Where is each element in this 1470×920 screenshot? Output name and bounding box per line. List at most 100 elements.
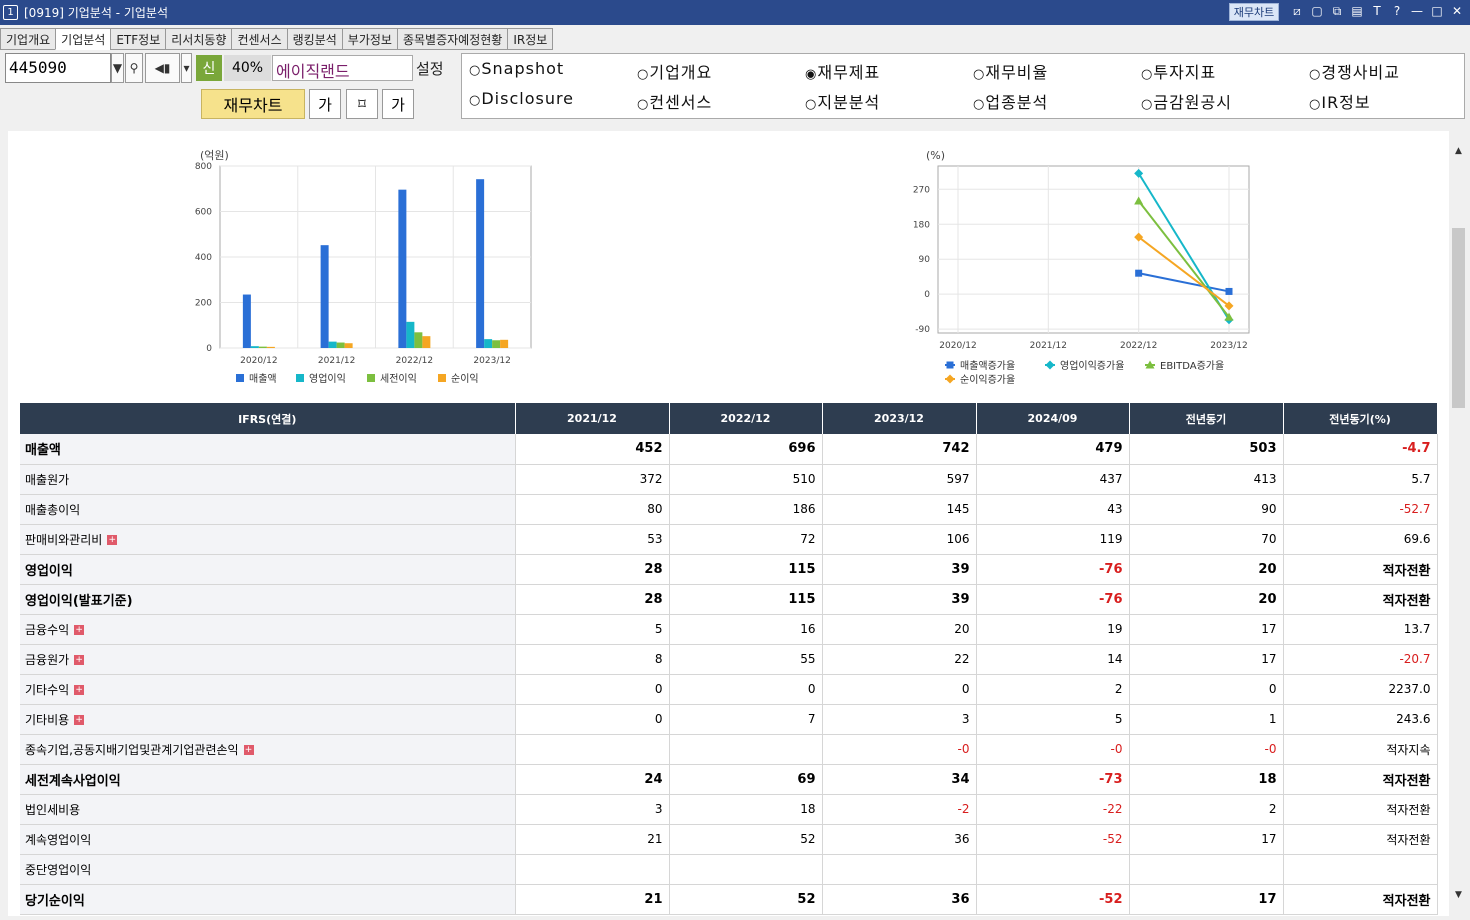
legend-label: 영업이익증가율 (1060, 359, 1124, 372)
y-tick-label: 90 (919, 255, 931, 265)
tile-icon[interactable]: ▤ (1350, 4, 1364, 19)
table-cell: 0 (515, 704, 670, 735)
table-cell: 90 (1129, 494, 1284, 525)
window-icon[interactable]: ▢ (1310, 4, 1324, 19)
window-title: [0919] 기업분석 - 기업분석 (24, 6, 168, 20)
maximize-icon[interactable]: □ (1430, 4, 1444, 19)
table-cell: 적자전환 (1283, 584, 1438, 615)
table-cell: 115 (669, 554, 823, 585)
font-size-up-icon[interactable]: 가 (382, 89, 414, 119)
radio-1[interactable]: ○Snapshot (469, 59, 564, 78)
settings-button[interactable]: 설정 (416, 58, 444, 79)
radio-12[interactable]: ○IR정보 (1309, 89, 1371, 113)
table-cell: 17 (1129, 884, 1284, 915)
search-icon[interactable]: ⚲ (125, 53, 143, 83)
stock-code-input[interactable]: 445090 (5, 53, 111, 83)
company-name-field[interactable]: 에이직랜드 (272, 55, 413, 81)
table-cell: 0 (669, 674, 823, 705)
table-cell: 72 (669, 524, 823, 555)
fit-window-icon[interactable]: ⌑ (346, 89, 378, 119)
expand-plus-icon[interactable]: + (74, 625, 85, 635)
tab-3[interactable]: ETF정보 (110, 28, 166, 50)
table-cell: 52 (669, 884, 823, 915)
expand-plus-icon[interactable]: + (243, 745, 254, 755)
radio-7[interactable]: ○Disclosure (469, 89, 574, 108)
expand-plus-icon[interactable]: + (107, 535, 118, 545)
table-cell: -0 (976, 734, 1130, 765)
financial-chart-title-button[interactable]: 재무차트 (1229, 3, 1279, 21)
expand-plus-icon[interactable]: + (74, 655, 85, 665)
minimize-icon[interactable]: — (1410, 4, 1424, 19)
close-icon[interactable]: ✕ (1450, 4, 1464, 19)
scroll-thumb[interactable] (1452, 228, 1465, 408)
tab-9[interactable]: IR정보 (507, 28, 554, 50)
table-cell: 17 (1129, 824, 1284, 855)
table-cell: 43 (976, 494, 1130, 525)
tab-4[interactable]: 리서치동향 (165, 28, 232, 50)
table-cell: 36 (822, 884, 977, 915)
radio-10[interactable]: ○업종분석 (973, 89, 1048, 113)
radio-8[interactable]: ○컨센서스 (637, 89, 712, 113)
scroll-up-icon[interactable]: ▲ (1452, 144, 1465, 157)
radio-5[interactable]: ○투자지표 (1141, 59, 1216, 83)
tab-5[interactable]: 컨센서스 (231, 28, 287, 50)
radio-3[interactable]: ◉재무제표 (805, 59, 880, 83)
help-icon[interactable]: ? (1390, 4, 1404, 19)
y-tick-label: 200 (195, 299, 212, 309)
radio-9[interactable]: ○지분분석 (805, 89, 880, 113)
table-cell: 53 (515, 524, 670, 555)
bar-4 (500, 339, 509, 348)
table-cell: 503 (1129, 434, 1284, 465)
table-cell: 22 (822, 644, 977, 675)
restore-icon[interactable]: ⧉ (1330, 4, 1344, 19)
row-label-text: 세전계속사업이익 (25, 773, 121, 789)
row-label-text: 금융원가 (25, 652, 70, 667)
radio-label: IR정보 (1321, 93, 1371, 112)
tab-6[interactable]: 랭킹분석 (286, 28, 342, 50)
table-cell: 24 (515, 764, 670, 795)
radio-6[interactable]: ○경쟁사비교 (1309, 59, 1400, 83)
radio-unchecked-icon: ○ (637, 67, 650, 82)
radio-unchecked-icon: ○ (1309, 67, 1322, 82)
column-header: 2022/12 (669, 403, 823, 434)
expand-plus-icon[interactable]: + (74, 715, 85, 725)
font-icon[interactable]: T (1370, 4, 1384, 19)
table-cell (515, 734, 670, 765)
radio-2[interactable]: ○기업개요 (637, 59, 712, 83)
chart-icon[interactable]: ⧄ (1290, 4, 1304, 19)
table-cell: 적자지속 (1283, 734, 1438, 765)
expand-plus-icon[interactable]: + (74, 685, 85, 695)
table-cell: -20.7 (1283, 644, 1438, 675)
series-point-1 (1135, 269, 1143, 277)
financial-chart-button[interactable]: 재무차트 (201, 89, 305, 119)
scroll-down-icon[interactable]: ▼ (1452, 888, 1465, 901)
table-cell: 52 (669, 824, 823, 855)
table-cell: 437 (976, 464, 1130, 495)
table-row: 계속영업이익 21 52 36 -52 17 적자전환 (20, 824, 1438, 855)
tab-1[interactable]: 기업개요 (0, 28, 56, 50)
legend-swatch (367, 374, 375, 382)
row-label-text: 매출총이익 (25, 502, 81, 517)
radio-label: 투자지표 (1153, 63, 1217, 82)
tab-8[interactable]: 종목별증자예정현황 (396, 28, 508, 50)
vertical-scrollbar[interactable]: ▲ ▼ (1450, 131, 1467, 916)
row-label-text: 판매비와관리비 (25, 532, 103, 547)
row-label-text: 기타비용 (25, 712, 70, 727)
table-cell: 69 (669, 764, 823, 795)
legend-swatch (296, 374, 304, 382)
radio-4[interactable]: ○재무비율 (973, 59, 1048, 83)
table-cell: 0 (1129, 674, 1284, 705)
tab-7[interactable]: 부가정보 (341, 28, 397, 50)
row-label-text: 매출원가 (25, 472, 70, 487)
tab-2[interactable]: 기업분석 (55, 28, 111, 50)
speaker-icon[interactable]: ◀▮ (145, 53, 180, 83)
font-size-down-icon[interactable]: 가 (309, 89, 341, 119)
table-cell: -4.7 (1283, 434, 1438, 465)
table-row: 판매비와관리비 +53 72 106 119 70 69.6 (20, 524, 1438, 555)
table-cell: 106 (822, 524, 977, 555)
code-dropdown-icon[interactable]: ▼ (111, 53, 124, 83)
x-tick-label: 2020/12 (939, 341, 976, 351)
radio-11[interactable]: ○금감원공시 (1141, 89, 1232, 113)
speaker-dropdown-icon[interactable]: ▾ (181, 53, 192, 83)
new-button[interactable]: 신 (196, 55, 222, 81)
